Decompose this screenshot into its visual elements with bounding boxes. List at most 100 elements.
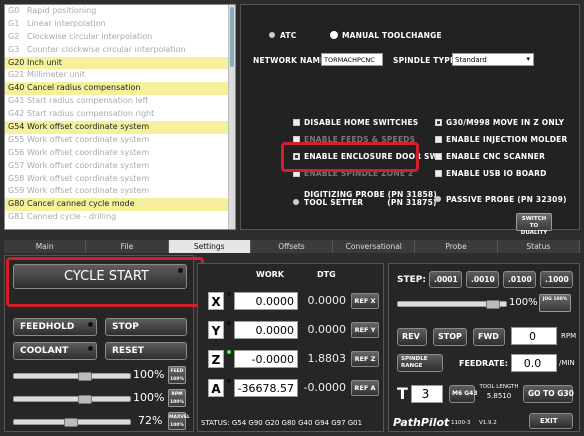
- feed-reset-button[interactable]: FEED 100%: [168, 366, 186, 384]
- gcode-list[interactable]: G0 Rapid positioning G1 Linear interpolatio…: [4, 4, 236, 230]
- gcode-row[interactable]: G57 Work offset coordinate system: [5, 160, 235, 173]
- tab-offsets[interactable]: Offsets: [250, 240, 334, 253]
- axis-y-label[interactable]: Y: [208, 321, 224, 339]
- go-to-g30-button[interactable]: GO TO G30: [523, 385, 574, 403]
- tool-number-input[interactable]: 3: [411, 385, 443, 403]
- gcode-row[interactable]: G40 Cancel radius compensation: [5, 82, 235, 96]
- machine-model: 1100-3: [451, 420, 471, 426]
- gcode-row[interactable]: G20 Inch unit: [5, 56, 235, 70]
- maxvel-override-slider[interactable]: [13, 418, 131, 427]
- enable-cnc-scanner[interactable]: ENABLE CNC SCANNER: [435, 152, 545, 161]
- spindle-fwd-button[interactable]: FWD: [473, 328, 505, 346]
- network-name-label: NETWORK NAME:: [253, 56, 329, 65]
- ref-z-button[interactable]: REF Z: [351, 351, 379, 367]
- gcode-row[interactable]: G1 Linear interpolation: [5, 18, 235, 31]
- gcode-row[interactable]: G81 Canned cycle - drilling: [5, 211, 235, 224]
- tab-settings[interactable]: Settings: [168, 240, 251, 253]
- disable-home-switches[interactable]: DISABLE HOME SWITCHES: [293, 118, 418, 127]
- gcode-description: Work offset coordinate system: [27, 186, 150, 196]
- m6g43-button[interactable]: M6 G43: [449, 385, 478, 403]
- slider-knob[interactable]: [486, 300, 501, 309]
- disable-home-label: DISABLE HOME SWITCHES: [304, 118, 419, 127]
- gcode-row[interactable]: G2 Clockwise circular interpolation: [5, 31, 235, 44]
- enable-injection-molder[interactable]: ENABLE INJECTION MOLDER: [435, 135, 567, 144]
- axis-z-work[interactable]: -0.0000: [234, 350, 298, 368]
- spindle-type-select[interactable]: Standard ▾: [452, 53, 534, 66]
- switch-to-duality-button[interactable]: SWITCH TO DUALITY: [516, 213, 552, 236]
- gcode-row[interactable]: G41 Start radius compensation left: [5, 95, 235, 108]
- passive-probe-radio[interactable]: PASSIVE PROBE (PN 32309): [435, 195, 567, 204]
- feed-override-slider[interactable]: [13, 372, 131, 381]
- ref-x-button[interactable]: REF X: [351, 293, 379, 309]
- gcode-row[interactable]: G42 Start radius compensation right: [5, 108, 235, 121]
- spindle-rev-button[interactable]: REV: [397, 328, 427, 346]
- gcode-row[interactable]: G0 Rapid positioning: [5, 5, 235, 18]
- gcode-description: Work offset coordinate system: [27, 160, 150, 170]
- gcode-row[interactable]: G55 Work offset coordinate system: [5, 134, 235, 147]
- axis-a-work[interactable]: -36678.57: [234, 379, 298, 397]
- feedhold-button[interactable]: FEEDHOLD: [13, 318, 97, 336]
- tab-file[interactable]: File: [86, 240, 169, 253]
- reset-button[interactable]: RESET: [105, 342, 187, 360]
- rpm-input[interactable]: 0: [511, 327, 557, 345]
- ref-y-button[interactable]: REF Y: [351, 322, 379, 338]
- tool-setter-radio[interactable]: TOOL SETTER (PN 31875): [293, 198, 437, 207]
- step-button[interactable]: .0100: [503, 271, 536, 288]
- feedrate-input[interactable]: 0.0: [511, 354, 557, 372]
- gcode-code: G80: [8, 199, 25, 209]
- tab-status[interactable]: Status: [497, 240, 580, 253]
- spindle-stop-button[interactable]: STOP: [433, 328, 467, 346]
- gcode-row[interactable]: G54 Work offset coordinate system: [5, 121, 235, 134]
- tab-probe[interactable]: Probe: [415, 240, 498, 253]
- axis-z-label[interactable]: Z: [208, 350, 224, 368]
- axis-a-label[interactable]: A: [208, 379, 224, 397]
- step-button[interactable]: .0001: [429, 271, 462, 288]
- manual-toolchange-radio[interactable]: MANUAL TOOLCHANGE: [331, 31, 442, 40]
- slider-knob[interactable]: [63, 418, 78, 427]
- network-name-input[interactable]: TORMACHPCNC: [321, 53, 383, 66]
- gcode-row[interactable]: G21 Millimeter unit: [5, 69, 235, 82]
- gcode-row[interactable]: G58 Work offset coordinate system: [5, 173, 235, 186]
- radio-selected-icon: [331, 32, 337, 38]
- jog-reset-button[interactable]: JOG 100%: [539, 294, 571, 312]
- stop-label: STOP: [112, 322, 139, 332]
- enable-usb-io[interactable]: ENABLE USB IO BOARD: [435, 169, 547, 178]
- gcode-row[interactable]: G3 Counter clockwise circular interpolati…: [5, 44, 235, 57]
- step-button[interactable]: .0010: [466, 271, 499, 288]
- scrollbar-thumb[interactable]: [230, 7, 234, 67]
- tab-conversational[interactable]: Conversational: [333, 240, 416, 253]
- gcode-description: Start radius compensation left: [27, 96, 149, 106]
- g30-z-only[interactable]: G30/M998 MOVE IN Z ONLY: [435, 118, 564, 127]
- jog-speed-slider[interactable]: [397, 300, 507, 309]
- slider-knob[interactable]: [78, 395, 93, 404]
- led-icon: [227, 321, 231, 325]
- usb-io-label: ENABLE USB IO BOARD: [446, 169, 547, 178]
- gcode-code: G58: [8, 173, 25, 183]
- rpm-reset-button[interactable]: RPM 100%: [168, 389, 186, 407]
- step-button[interactable]: .1000: [540, 271, 573, 288]
- rpm-override-slider[interactable]: [13, 395, 131, 404]
- maxvel-reset-button[interactable]: MAXVEL 100%: [168, 412, 190, 430]
- spindle-range-button[interactable]: SPINDLE RANGE: [397, 354, 443, 372]
- gcode-code: G40: [8, 83, 25, 93]
- gcode-description: Work offset coordinate system: [27, 122, 150, 132]
- ref-a-button[interactable]: REF A: [351, 380, 379, 396]
- axis-x-label[interactable]: X: [208, 292, 224, 310]
- axis-x-work[interactable]: 0.0000: [234, 292, 298, 310]
- gcode-scrollbar[interactable]: [228, 5, 235, 229]
- axis-z-dtg: 1.8803: [307, 352, 347, 365]
- axis-y-work[interactable]: 0.0000: [234, 321, 298, 339]
- coolant-button[interactable]: COOLANT: [13, 342, 97, 360]
- gcode-row[interactable]: G80 Cancel canned cycle mode: [5, 198, 235, 212]
- stop-button[interactable]: STOP: [105, 318, 187, 336]
- gcode-row[interactable]: G59 Work offset coordinate system: [5, 185, 235, 198]
- gcode-description: Start radius compensation right: [27, 109, 155, 119]
- pathpilot-logo: PathPilot: [393, 416, 450, 429]
- gcode-row[interactable]: G56 Work offset coordinate system: [5, 147, 235, 160]
- dtg-header: DTG: [317, 270, 336, 279]
- tab-main[interactable]: Main: [4, 240, 87, 253]
- slider-knob[interactable]: [78, 372, 93, 381]
- go-to-g30-label: GO TO G30: [528, 389, 574, 398]
- exit-button[interactable]: EXIT: [529, 413, 573, 429]
- atc-radio[interactable]: ATC: [269, 31, 296, 40]
